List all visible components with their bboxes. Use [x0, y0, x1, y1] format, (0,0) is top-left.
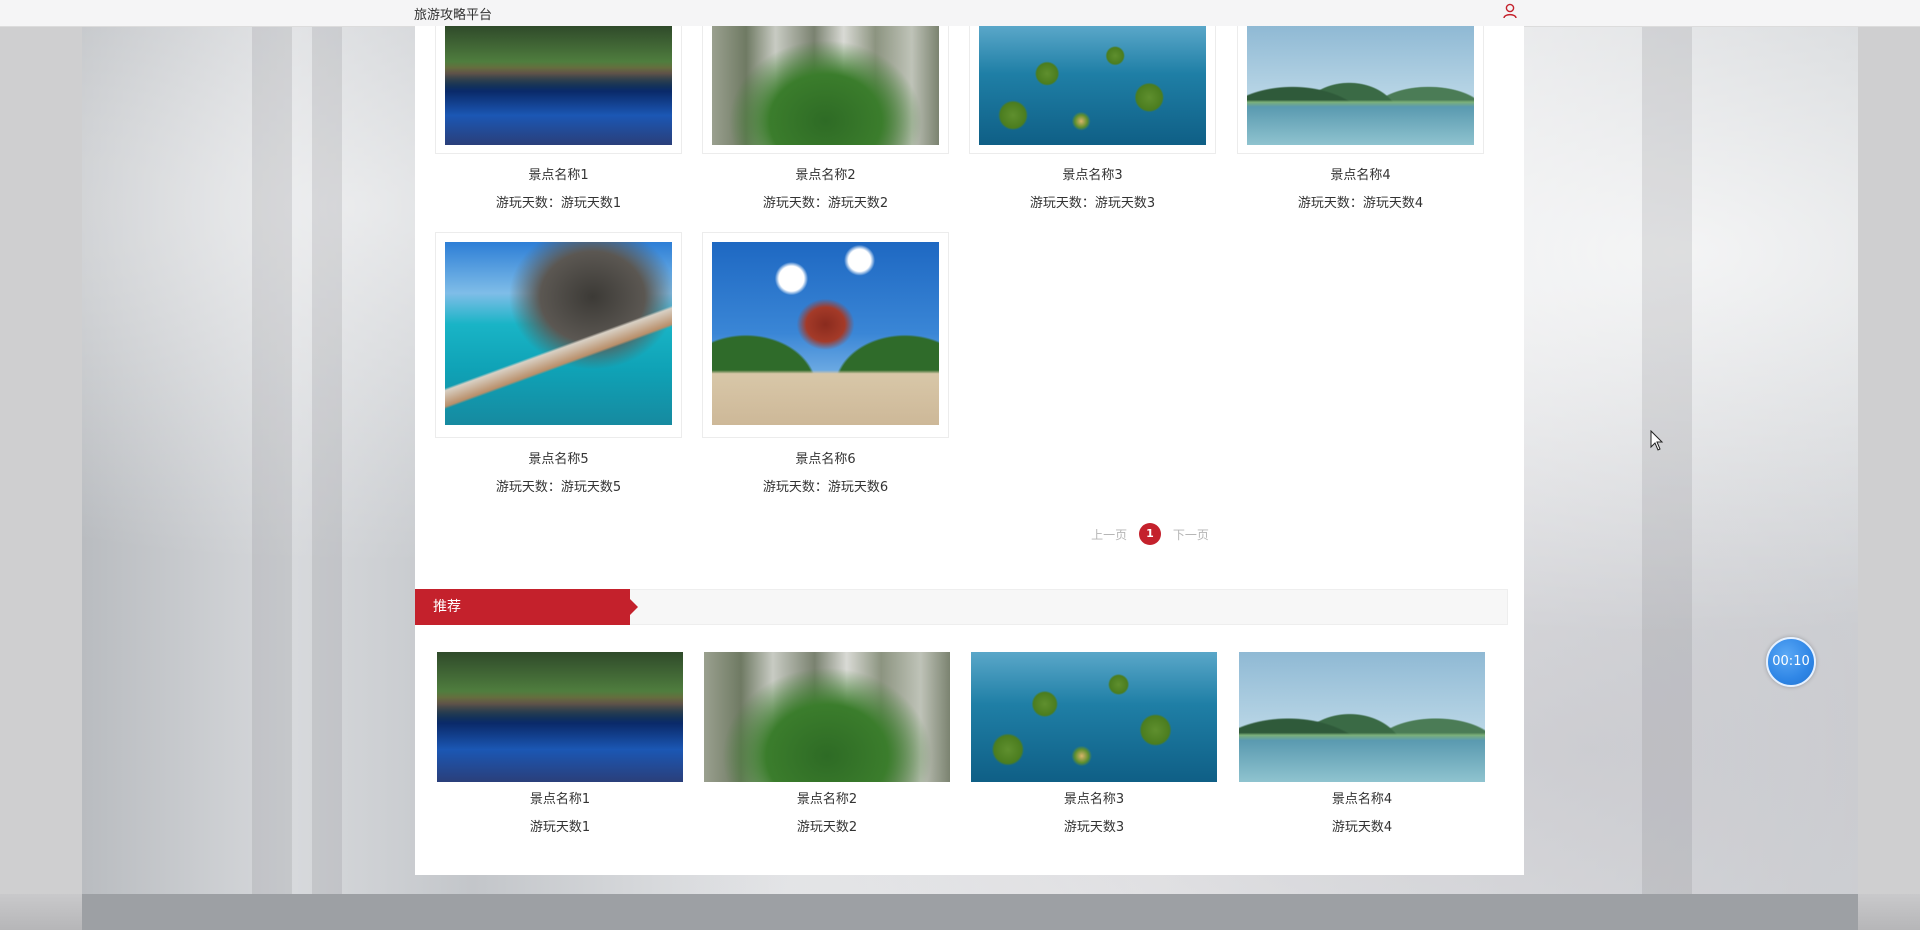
user-icon[interactable] — [1502, 2, 1518, 20]
next-page-button[interactable]: 下一页 — [1173, 526, 1209, 543]
spot-card[interactable]: 景点名称1 游玩天数：游玩天数1 — [435, 26, 682, 211]
spot-days: 游玩天数：游玩天数2 — [762, 196, 889, 211]
bottom-band — [0, 894, 1920, 930]
spot-image-frame — [435, 232, 682, 438]
recommend-card[interactable]: 景点名称2 游玩天数2 — [704, 652, 950, 835]
spot-card[interactable]: 景点名称4 游玩天数：游玩天数4 — [1237, 26, 1484, 211]
spot-card[interactable]: 景点名称3 游玩天数：游玩天数3 — [969, 26, 1216, 211]
spot-days: 游玩天数：游玩天数6 — [762, 480, 889, 495]
mouse-cursor-icon — [1650, 430, 1664, 451]
recommend-image[interactable] — [704, 652, 950, 782]
recommend-days: 游玩天数3 — [1063, 820, 1125, 835]
recommend-image[interactable] — [437, 652, 683, 782]
recommend-days: 游玩天数4 — [1331, 820, 1393, 835]
spot-days: 游玩天数：游玩天数3 — [1029, 196, 1156, 211]
spot-image[interactable] — [445, 242, 672, 425]
recommend-days: 游玩天数1 — [529, 820, 591, 835]
pagination: 上一页 1 下一页 — [905, 523, 1395, 545]
recommend-name[interactable]: 景点名称1 — [437, 788, 683, 807]
content-panel: 景点名称1 游玩天数：游玩天数1 景点名称2 游玩天数：游玩天数2 景点名称3 … — [415, 26, 1524, 875]
spot-name[interactable]: 景点名称5 — [435, 448, 682, 467]
spot-days: 游玩天数：游玩天数4 — [1297, 196, 1424, 211]
recommend-card[interactable]: 景点名称4 游玩天数4 — [1239, 652, 1485, 835]
top-navbar: 旅游攻略平台 — [0, 0, 1920, 27]
spot-image-frame — [702, 232, 949, 438]
spot-image-frame — [1237, 26, 1484, 154]
spot-days: 游玩天数：游玩天数1 — [495, 196, 622, 211]
spot-image-frame — [969, 26, 1216, 154]
timer-badge[interactable]: 00:10 — [1766, 637, 1816, 687]
spot-name[interactable]: 景点名称3 — [969, 164, 1216, 183]
recommend-image[interactable] — [1239, 652, 1485, 782]
prev-page-button[interactable]: 上一页 — [1091, 526, 1127, 543]
spot-name[interactable]: 景点名称4 — [1237, 164, 1484, 183]
spot-card[interactable]: 景点名称5 游玩天数：游玩天数5 — [435, 232, 682, 495]
page-number-current[interactable]: 1 — [1139, 523, 1161, 545]
recommend-image[interactable] — [971, 652, 1217, 782]
recommend-card[interactable]: 景点名称1 游玩天数1 — [437, 652, 683, 835]
spot-image-frame — [435, 26, 682, 154]
spot-image[interactable] — [445, 26, 672, 145]
recommend-days: 游玩天数2 — [796, 820, 858, 835]
spot-image[interactable] — [979, 26, 1206, 145]
spot-name[interactable]: 景点名称6 — [702, 448, 949, 467]
recommend-name[interactable]: 景点名称3 — [971, 788, 1217, 807]
site-title[interactable]: 旅游攻略平台 — [414, 4, 492, 23]
recommend-title: 推荐 — [415, 589, 638, 625]
spot-days: 游玩天数：游玩天数5 — [495, 480, 622, 495]
spot-image[interactable] — [1247, 26, 1474, 145]
recommend-name[interactable]: 景点名称2 — [704, 788, 950, 807]
recommend-name[interactable]: 景点名称4 — [1239, 788, 1485, 807]
spot-card[interactable]: 景点名称6 游玩天数：游玩天数6 — [702, 232, 949, 495]
spot-name[interactable]: 景点名称1 — [435, 164, 682, 183]
recommend-card[interactable]: 景点名称3 游玩天数3 — [971, 652, 1217, 835]
spot-card[interactable]: 景点名称2 游玩天数：游玩天数2 — [702, 26, 949, 211]
spot-image[interactable] — [712, 242, 939, 425]
spot-name[interactable]: 景点名称2 — [702, 164, 949, 183]
spot-image-frame — [702, 26, 949, 154]
spot-image[interactable] — [712, 26, 939, 145]
